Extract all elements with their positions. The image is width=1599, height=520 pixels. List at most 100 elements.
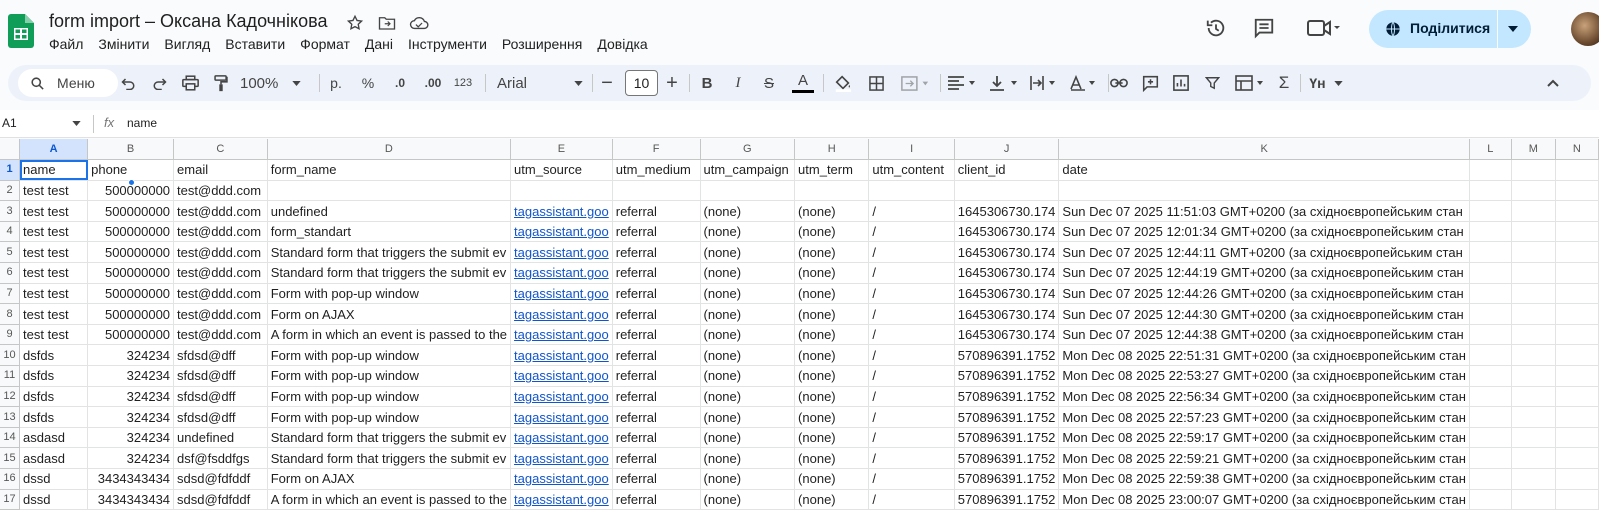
column-header-j[interactable]: J [954,139,1060,161]
decrease-font-size-button[interactable]: − [597,65,617,101]
cell[interactable]: Standard form that triggers the submit e… [267,447,512,469]
cell[interactable] [1469,406,1512,428]
text-color-icon[interactable]: A [791,65,815,101]
cell[interactable] [1555,489,1599,511]
cell[interactable]: (none) [794,447,870,469]
sheets-logo-icon[interactable] [8,14,34,48]
cell[interactable]: tagassistant.goo [510,324,613,346]
row-header[interactable]: 4 [0,221,21,243]
row-header[interactable]: 2 [0,180,21,202]
column-header-k[interactable]: K [1058,139,1470,161]
cell[interactable]: 3434343434 [87,468,175,490]
cell[interactable]: referral [612,489,701,511]
cell[interactable]: 324234 [87,447,175,469]
cell[interactable]: 1645306730.174 [954,200,1060,222]
fill-handle[interactable] [128,179,135,186]
cell[interactable] [1555,283,1599,305]
cell[interactable]: test@ddd.com [173,303,268,325]
row-header[interactable]: 1 [0,159,21,181]
cell[interactable]: / [868,241,955,264]
cell[interactable]: 324234 [87,344,175,367]
cell[interactable]: dsfds [19,386,89,408]
cell[interactable] [700,180,796,202]
cell[interactable]: / [868,386,955,408]
cell[interactable]: tagassistant.goo [510,344,613,367]
cell[interactable]: (none) [700,241,796,264]
cell[interactable]: referral [612,200,701,222]
document-title[interactable]: form import – Оксана Кадочнікова [49,11,327,32]
cell[interactable]: (none) [794,303,870,325]
column-header-c[interactable]: C [173,139,268,161]
cell[interactable]: test test [19,324,89,346]
cell[interactable]: Standard form that triggers the submit e… [267,262,512,284]
cell[interactable]: test@ddd.com [173,324,268,346]
cell[interactable]: tagassistant.goo [510,303,613,325]
spreadsheet-grid[interactable]: ABCDEFGHIJKLMN 1 name phone email form_name u… [0,139,1599,520]
cell[interactable]: (none) [794,283,870,305]
cell[interactable] [1511,344,1556,367]
increase-decimal-button[interactable]: .00 [419,65,447,101]
cell[interactable]: test@ddd.com [173,262,268,284]
cell[interactable] [1511,221,1556,243]
cell[interactable]: asdasd [19,427,89,449]
cell[interactable]: 1645306730.174 [954,262,1060,284]
cell[interactable]: test test [19,221,89,243]
cell[interactable] [1469,386,1512,408]
cell[interactable]: Sun Dec 07 2025 12:44:30 GMT+0200 (за сх… [1058,303,1470,325]
input-tools-icon[interactable]: Үн [1304,65,1348,101]
cell[interactable]: referral [612,303,701,325]
functions-icon[interactable]: Σ [1272,65,1296,101]
cell[interactable] [1511,180,1556,202]
cell[interactable]: 570896391.1752 [954,365,1060,387]
cell[interactable]: referral [612,283,701,305]
row-header[interactable]: 15 [0,447,21,469]
cell[interactable]: tagassistant.goo [510,283,613,305]
currency-format-button[interactable]: р. [326,65,346,101]
cell[interactable]: client_id [954,159,1060,181]
cell[interactable]: test@ddd.com [173,241,268,264]
menu-view[interactable]: Вигляд [164,36,218,52]
row-header[interactable]: 17 [0,489,21,511]
column-header-b[interactable]: B [87,139,175,161]
cell[interactable] [1469,221,1512,243]
cell[interactable] [1511,283,1556,305]
cell[interactable]: sdsd@fdfddf [173,468,268,490]
cell[interactable] [1511,365,1556,387]
row-header[interactable]: 8 [0,303,21,325]
row-header[interactable]: 7 [0,283,21,305]
row-header[interactable]: 11 [0,365,21,387]
cell[interactable] [1511,468,1556,490]
cell[interactable]: (none) [700,365,796,387]
cell[interactable] [1511,489,1556,511]
cell[interactable]: date [1058,159,1470,181]
column-header-n[interactable]: N [1555,139,1599,161]
cell[interactable]: 324234 [87,365,175,387]
cell[interactable]: / [868,324,955,346]
cell[interactable]: tagassistant.goo [510,365,613,387]
cell[interactable]: test@ddd.com [173,283,268,305]
cell[interactable] [1511,386,1556,408]
cell[interactable]: (none) [794,489,870,511]
cell[interactable]: / [868,303,955,325]
cell[interactable]: form_standart [267,221,512,243]
filter-views-icon[interactable] [1232,65,1268,101]
increase-font-size-button[interactable]: + [662,65,682,101]
cell[interactable]: 570896391.1752 [954,427,1060,449]
cell[interactable]: 324234 [87,427,175,449]
cell[interactable]: (none) [794,365,870,387]
cell[interactable]: 570896391.1752 [954,386,1060,408]
cell[interactable] [1555,200,1599,222]
cell[interactable]: referral [612,262,701,284]
cell[interactable]: Form with pop-up window [267,406,512,428]
cell[interactable] [1511,427,1556,449]
version-history-icon[interactable] [1204,16,1228,40]
cell[interactable]: / [868,489,955,511]
cell[interactable]: Standard form that triggers the submit e… [267,241,512,264]
cell[interactable]: dssd [19,468,89,490]
merge-cells-icon[interactable] [896,65,934,101]
cell[interactable]: 570896391.1752 [954,489,1060,511]
cell[interactable] [1555,447,1599,469]
cell[interactable]: Sun Dec 07 2025 12:44:19 GMT+0200 (за сх… [1058,262,1470,284]
column-header-f[interactable]: F [612,139,701,161]
cell[interactable]: 324234 [87,406,175,428]
